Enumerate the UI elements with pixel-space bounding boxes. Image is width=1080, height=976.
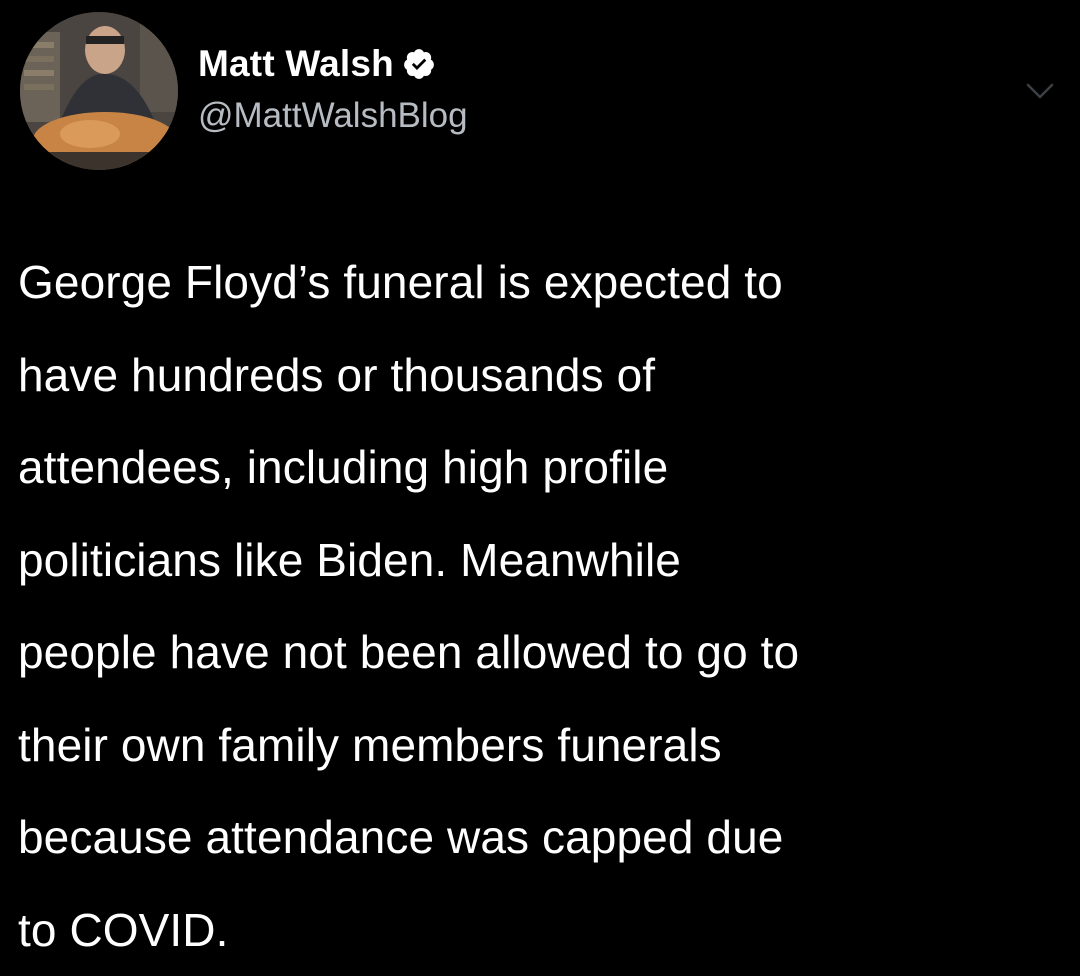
tweet-text: George Floyd’s funeral is expected to ha… xyxy=(18,236,1068,976)
verified-badge-icon xyxy=(402,47,436,81)
tweet-text-line: have hundreds or thousands of xyxy=(18,329,1068,422)
avatar-image xyxy=(20,12,178,170)
tweet-card: Matt Walsh @MattWalshBlog George Floyd’s… xyxy=(0,0,1080,961)
tweet-text-line: people have not been allowed to go to xyxy=(18,606,1068,699)
tweet-text-line: their own family members funerals xyxy=(18,699,1068,792)
name-row: Matt Walsh xyxy=(198,42,468,86)
tweet-text-line: attendees, including high profile xyxy=(18,421,1068,514)
tweet-text-line: politicians like Biden. Meanwhile xyxy=(18,514,1068,607)
tweet-text-line: because attendance was capped due xyxy=(18,791,1068,884)
display-name[interactable]: Matt Walsh xyxy=(198,43,394,85)
tweet-text-line: George Floyd’s funeral is expected to xyxy=(18,236,1068,329)
chevron-down-icon[interactable] xyxy=(1026,82,1054,100)
tweet-header: Matt Walsh @MattWalshBlog xyxy=(20,12,1060,172)
author-identity: Matt Walsh @MattWalshBlog xyxy=(198,42,468,136)
tweet-text-line: to COVID. xyxy=(18,884,1068,976)
avatar[interactable] xyxy=(20,12,178,170)
author-handle[interactable]: @MattWalshBlog xyxy=(198,96,468,136)
